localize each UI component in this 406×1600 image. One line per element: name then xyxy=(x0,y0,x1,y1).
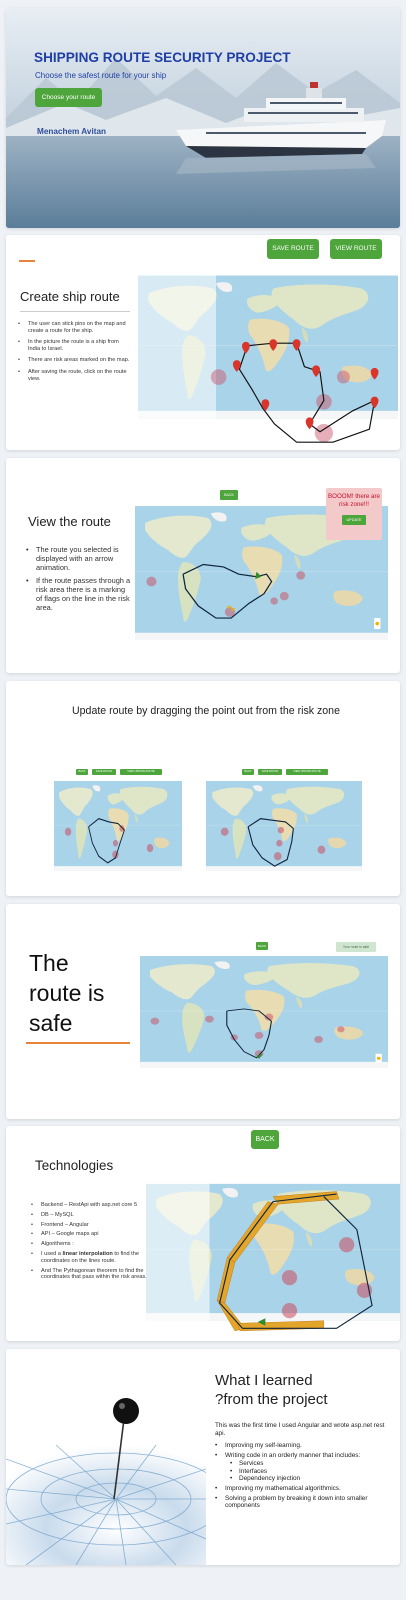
list-item: Backend – RestApi with asp.net core 5 xyxy=(31,1202,151,1209)
safe-status-badge: Your route is safe xyxy=(336,942,376,952)
route-map[interactable] xyxy=(138,265,398,450)
orange-accent-line xyxy=(26,1042,130,1044)
save-route-button[interactable]: SAVE ROUTE xyxy=(267,239,319,259)
update-button[interactable]: UPDATE xyxy=(342,515,366,525)
sub-list-item: Services xyxy=(225,1460,385,1468)
slide-title-update-route: Update route by dragging the point out f… xyxy=(72,705,340,717)
list-item: DB – MySQL xyxy=(31,1212,151,1219)
slide-title: SHIPPING ROUTE SECURITY PROJECT Choose t… xyxy=(6,8,400,228)
list-item: Algorithems : xyxy=(31,1241,151,1248)
slide-update-route: Update route by dragging the point out f… xyxy=(6,681,400,896)
view-route-button[interactable]: VIEW ROUTE xyxy=(330,239,382,259)
slide-create-route: SAVE ROUTE VIEW ROUTE Create ship route … xyxy=(6,235,400,450)
pin-map-image xyxy=(6,1349,206,1565)
learned-bullets: Improving my self-learning. Writing code… xyxy=(215,1442,385,1510)
list-item: There are risk areas marked on the map. xyxy=(18,357,130,364)
alert-text: BOOOM! there are risk zone!!! xyxy=(328,493,380,508)
slide-title-technologies: Technologies xyxy=(35,1158,114,1173)
list-item: The user can stick pins on the map and c… xyxy=(18,321,130,334)
safe-route-map[interactable] xyxy=(140,956,388,1068)
back-button[interactable]: BACK xyxy=(242,769,254,775)
risk-alert: BOOOM! there are risk zone!!! UPDATE xyxy=(326,488,382,540)
orange-accent-line xyxy=(19,260,35,262)
slide-route-safe: The route is safe BACK Your route is saf… xyxy=(6,904,400,1119)
update-map-before[interactable] xyxy=(54,781,182,871)
view-update-route-button[interactable]: VIEW UPDATE ROUTE xyxy=(120,769,162,775)
list-item: Solving a problem by breaking it down in… xyxy=(215,1495,385,1510)
list-item: In the picture the route is a ship from … xyxy=(18,339,130,352)
slide-title-create-route: Create ship route xyxy=(20,289,120,304)
list-item: And The Pythagorean theorem to find the … xyxy=(31,1268,151,1282)
sub-list-item: Interfaces xyxy=(225,1468,385,1476)
slide-title-view-route: View the route xyxy=(28,514,111,529)
ship-hero-image xyxy=(6,8,400,228)
list-item: Frontend – Angular xyxy=(31,1222,151,1229)
title-line: safe xyxy=(29,1010,73,1036)
learned-intro: This was the first time I used Angular a… xyxy=(215,1422,385,1437)
page-title: SHIPPING ROUTE SECURITY PROJECT xyxy=(34,50,291,65)
back-button[interactable]: BACK xyxy=(251,1130,279,1149)
author-name: Menachem Avitan xyxy=(37,127,107,136)
title-line: ?from the project xyxy=(215,1391,328,1408)
route-safe-title: The route is safe xyxy=(29,948,104,1038)
slide-what-i-learned: What I learned ?from the project This wa… xyxy=(6,1349,400,1565)
back-button[interactable]: BACK xyxy=(76,769,88,775)
list-item: After saving the route, click on the rou… xyxy=(18,369,130,382)
slide-technologies: BACK Technologies Backend – Res xyxy=(6,1126,400,1341)
back-button[interactable]: BACK xyxy=(256,942,268,950)
list-item: The route you selected is displayed with… xyxy=(26,545,132,572)
sub-list-item: Dependency injection xyxy=(225,1475,385,1483)
subtitle: Choose the safest route for your ship xyxy=(35,71,167,80)
list-item: Writing code in an orderly manner that i… xyxy=(215,1452,385,1483)
list-item: API – Google maps api xyxy=(31,1231,151,1238)
back-button[interactable]: BACK xyxy=(220,490,238,500)
slide-view-route: BACK BOOOM! there are risk zone!!! UPDAT… xyxy=(6,458,400,673)
list-item: Improving my mathematical algorithmics. xyxy=(215,1485,385,1493)
technologies-route-map[interactable] xyxy=(146,1156,400,1341)
save-route-button[interactable]: SAVE ROUTE xyxy=(258,769,282,775)
list-item: I used a linear interpolation to find th… xyxy=(31,1251,151,1265)
learned-title: What I learned ?from the project xyxy=(215,1371,328,1409)
update-map-after[interactable] xyxy=(206,781,362,871)
create-route-bullets: The user can stick pins on the map and c… xyxy=(18,321,130,382)
view-update-route-button[interactable]: VIEW UPDATE ROUTE xyxy=(286,769,328,775)
save-route-button[interactable]: SAVE ROUTE xyxy=(92,769,116,775)
technologies-bullets: Backend – RestApi with asp.net core 5 DB… xyxy=(31,1202,151,1281)
title-line: route is xyxy=(29,980,105,1006)
title-line: The xyxy=(29,950,69,976)
divider xyxy=(20,311,130,312)
list-item: Improving my self-learning. xyxy=(215,1442,385,1450)
view-route-bullets: The route you selected is displayed with… xyxy=(26,545,132,612)
title-line: What I learned xyxy=(215,1372,313,1389)
list-item: If the route passes through a risk area … xyxy=(26,576,132,612)
choose-route-button[interactable]: Choose your route xyxy=(35,88,102,107)
